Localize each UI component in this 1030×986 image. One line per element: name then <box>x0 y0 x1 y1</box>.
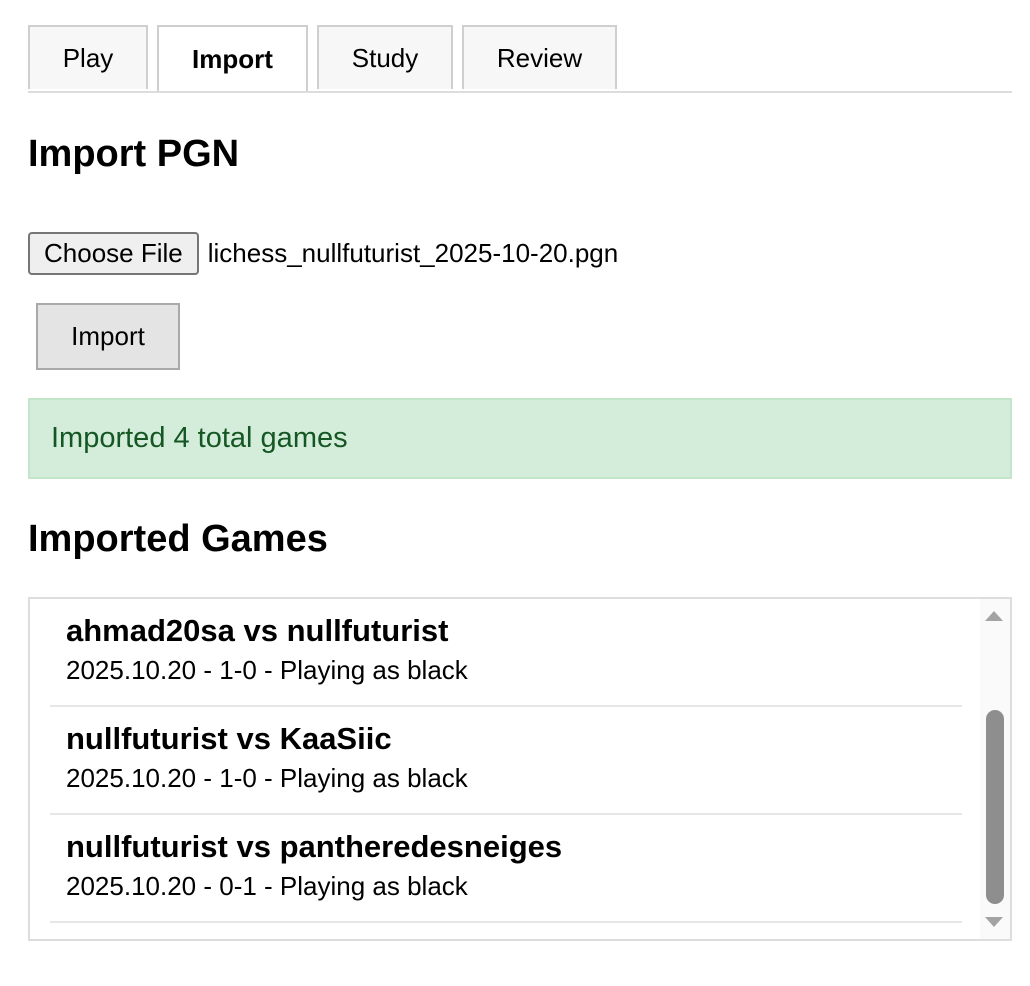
games-list[interactable]: ahmad20sa vs nullfuturist 2025.10.20 - 1… <box>28 597 1012 941</box>
file-picker: Choose File lichess_nullfuturist_2025-10… <box>28 232 618 275</box>
game-title: nullfuturist vs KaaSiic <box>66 721 392 756</box>
status-message: Imported 4 total games <box>51 422 348 454</box>
list-item[interactable]: nullfuturist vs KaaSiic 2025.10.20 - 1-0… <box>50 707 962 815</box>
choose-file-button[interactable]: Choose File <box>28 232 199 275</box>
tab-study[interactable]: Study <box>317 25 453 89</box>
tab-play[interactable]: Play <box>28 25 148 89</box>
game-meta: 2025.10.20 - 0-1 - Playing as black <box>66 871 468 901</box>
import-pgn-heading: Import PGN <box>28 133 240 175</box>
scroll-up-arrow-icon[interactable] <box>985 611 1003 621</box>
scroll-down-arrow-icon[interactable] <box>985 917 1003 927</box>
selected-file-name: lichess_nullfuturist_2025-10-20.pgn <box>207 238 619 268</box>
game-title: ahmad20sa vs nullfuturist <box>66 613 449 648</box>
tab-review[interactable]: Review <box>462 25 617 89</box>
tab-import[interactable]: Import <box>157 25 308 91</box>
tab-bar: Play Import Study Review <box>28 25 1012 93</box>
list-item[interactable]: nullfuturist vs pantheredesneiges 2025.1… <box>50 815 962 923</box>
imported-games-heading: Imported Games <box>28 518 328 560</box>
status-alert: Imported 4 total games <box>28 398 1012 479</box>
import-button[interactable]: Import <box>36 303 180 370</box>
list-item[interactable]: ahmad20sa vs nullfuturist 2025.10.20 - 1… <box>50 599 962 707</box>
game-meta: 2025.10.20 - 1-0 - Playing as black <box>66 655 468 685</box>
games-list-scrollbar[interactable] <box>980 599 1010 939</box>
game-title: nullfuturist vs pantheredesneiges <box>66 829 563 864</box>
game-meta: 2025.10.20 - 1-0 - Playing as black <box>66 763 468 793</box>
scrollbar-thumb[interactable] <box>986 710 1004 904</box>
